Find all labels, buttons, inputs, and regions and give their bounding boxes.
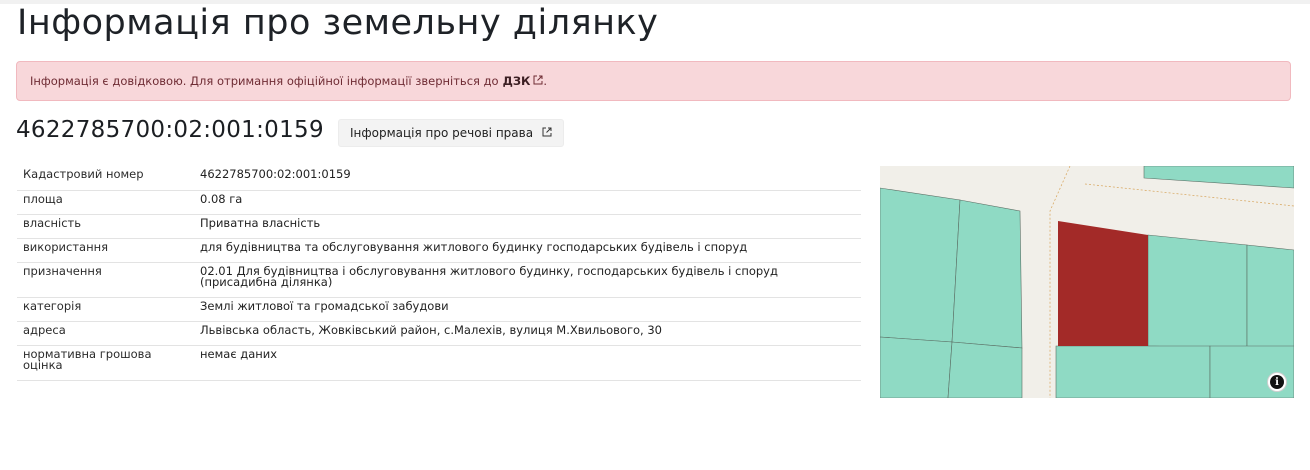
neighbour-parcel[interactable]: [1055, 345, 1211, 398]
external-link-icon[interactable]: [533, 75, 543, 88]
notice-suffix: .: [543, 74, 548, 88]
row-label: Кадастровий номер: [17, 166, 194, 191]
dzk-link[interactable]: ДЗК: [503, 74, 531, 88]
row-label: призначення: [17, 262, 194, 298]
table-row: Кадастровий номер 4622785700:02:001:0159: [17, 166, 861, 191]
parcel-map[interactable]: i: [880, 166, 1294, 398]
property-rights-button[interactable]: Інформація про речові права: [338, 119, 565, 147]
row-value: Землі житлової та громадської забудови: [194, 297, 861, 322]
row-value: 02.01 Для будівництва і обслуговування ж…: [194, 262, 861, 298]
table-row: площа 0.08 га: [17, 190, 861, 215]
row-value: немає даних: [194, 345, 861, 381]
neighbour-parcel[interactable]: [1147, 234, 1248, 349]
row-value: 4622785700:02:001:0159: [194, 166, 861, 191]
row-label: нормативна грошова оцінка: [17, 345, 194, 381]
notice-text: Інформація є довідковою. Для отримання о…: [30, 74, 499, 88]
parcel-details-table: Кадастровий номер 4622785700:02:001:0159…: [17, 166, 861, 381]
page-title: Інформація про земельну ділянку: [17, 3, 659, 43]
neighbour-parcel[interactable]: [880, 187, 961, 343]
property-rights-label: Інформація про речові права: [350, 126, 534, 140]
external-link-icon: [542, 127, 552, 140]
table-row: категорія Землі житлової та громадської …: [17, 297, 861, 322]
table-row: адреса Львівська область, Жовківський ра…: [17, 321, 861, 346]
selected-parcel[interactable]: [1058, 221, 1148, 346]
row-label: власність: [17, 214, 194, 239]
row-label: використання: [17, 238, 194, 263]
reference-notice: Інформація є довідковою. Для отримання о…: [16, 61, 1291, 101]
map-info-button[interactable]: i: [1268, 373, 1286, 391]
map-canvas[interactable]: [880, 166, 1294, 398]
row-value: Приватна власність: [194, 214, 861, 239]
info-icon: i: [1270, 375, 1284, 389]
table-row: власність Приватна власність: [17, 214, 861, 239]
table-row: призначення 02.01 Для будівництва і обсл…: [17, 262, 861, 298]
row-value: для будівництва та обслуговування житлов…: [194, 238, 861, 263]
row-label: адреса: [17, 321, 194, 346]
table-row: нормативна грошова оцінка немає даних: [17, 345, 861, 381]
cadastral-number-heading: 4622785700:02:001:0159: [16, 117, 324, 143]
neighbour-parcel[interactable]: [1246, 244, 1294, 349]
row-label: категорія: [17, 297, 194, 322]
row-value: Львівська область, Жовківський район, с.…: [194, 321, 861, 346]
row-value: 0.08 га: [194, 190, 861, 215]
row-label: площа: [17, 190, 194, 215]
neighbour-parcel[interactable]: [951, 199, 1023, 349]
neighbour-parcel[interactable]: [1209, 345, 1294, 398]
table-row: використання для будівництва та обслугов…: [17, 238, 861, 263]
neighbour-parcel[interactable]: [880, 336, 953, 398]
neighbour-parcel[interactable]: [947, 341, 1023, 398]
